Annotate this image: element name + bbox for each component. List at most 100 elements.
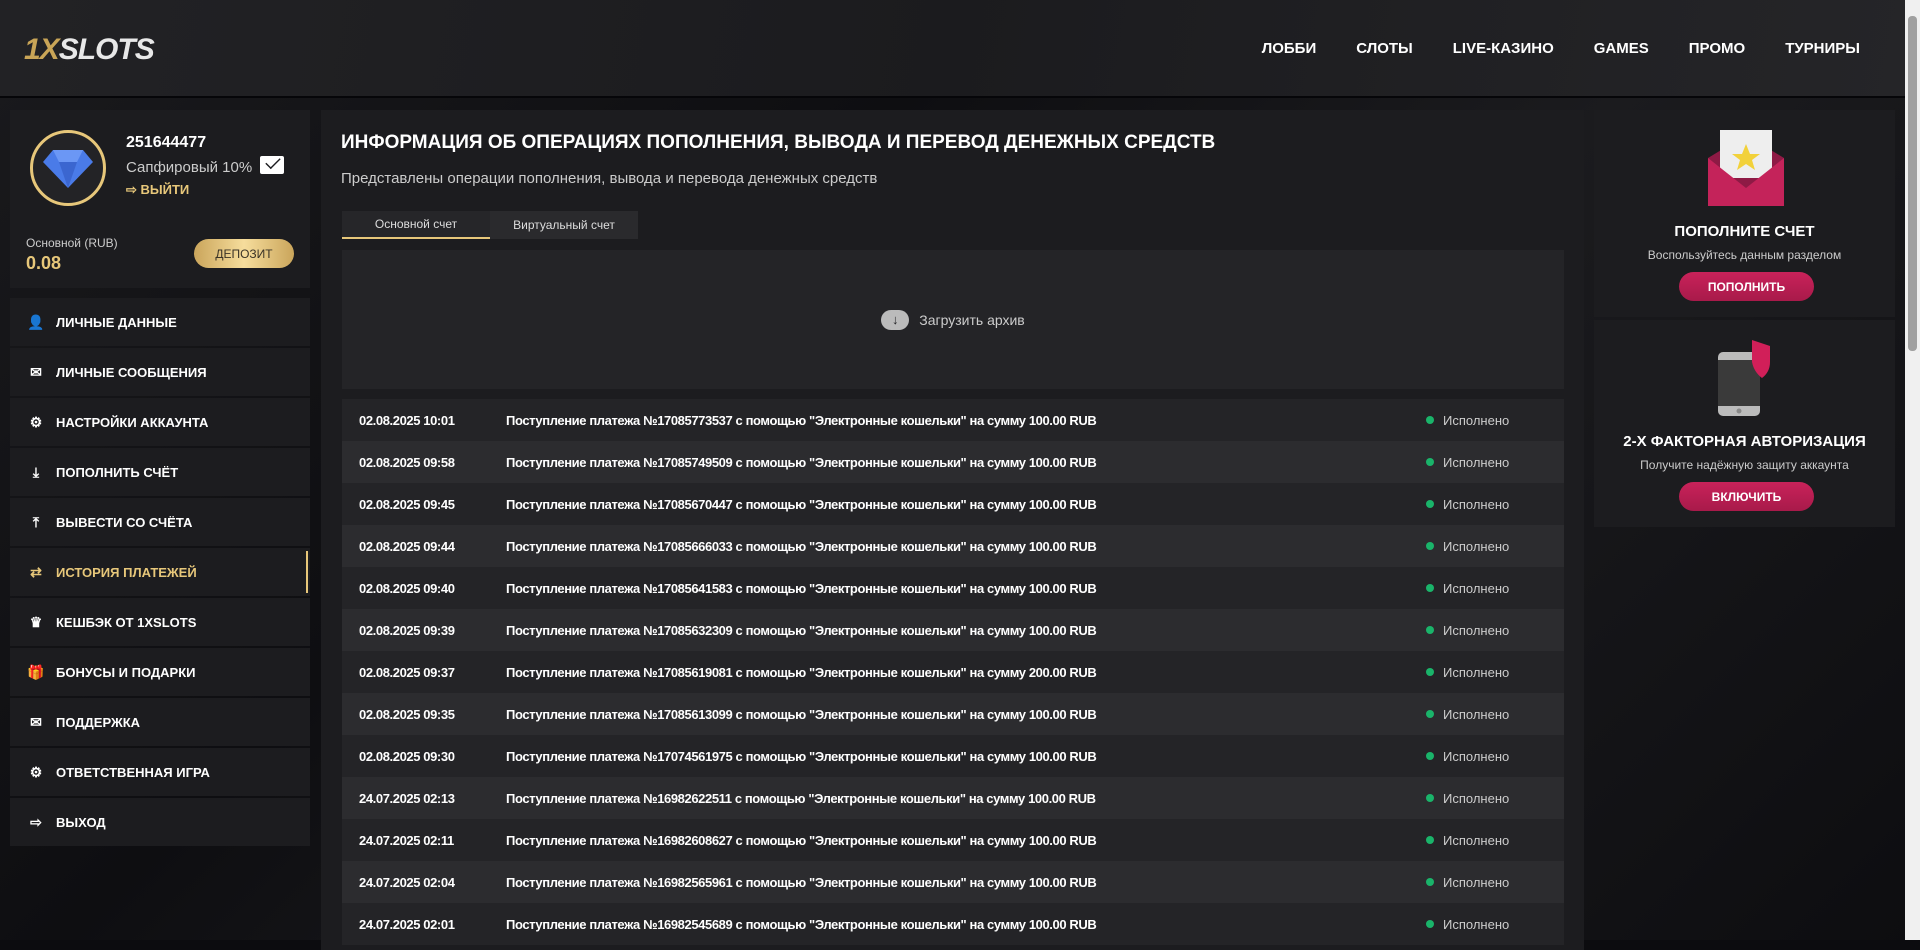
account-tabs: Основной счет Виртуальный счет (342, 211, 638, 239)
scrollbar-thumb[interactable] (1908, 16, 1917, 351)
sidebar-item[interactable]: ⇨ ВЫХОД (10, 798, 310, 846)
row-date: 02.08.2025 10:01 (359, 412, 455, 428)
sidebar-item[interactable]: ⤒ ВЫВЕСТИ СО СЧЁТА (10, 498, 310, 546)
status-dot-icon (1426, 626, 1434, 634)
status-badge: Исполнено (1426, 917, 1509, 932)
row-description: Поступление платежа №17085632309 с помощ… (506, 622, 1097, 638)
enable-2fa-button[interactable]: ВКЛЮЧИТЬ (1679, 482, 1814, 511)
row-date: 24.07.2025 02:01 (359, 916, 455, 932)
status-badge: Исполнено (1426, 539, 1509, 554)
nav-tournaments[interactable]: ТУРНИРЫ (1785, 40, 1860, 57)
table-row: 24.07.2025 02:11 Поступление платежа №169… (342, 819, 1564, 861)
sidebar-item-label: ЛИЧНЫЕ ДАННЫЕ (56, 314, 177, 330)
nav-lobby[interactable]: ЛОББИ (1262, 40, 1317, 57)
row-description: Поступление платежа №17085613099 с помощ… (506, 706, 1097, 722)
promo-card-deposit: ПОПОЛНИТЕ СЧЕТ Воспользуйтесь данным раз… (1594, 110, 1895, 317)
status-badge: Исполнено (1426, 833, 1509, 848)
sidebar-item[interactable]: ⚙ ОТВЕТСТВЕННАЯ ИГРА (10, 748, 310, 796)
status-badge: Исполнено (1426, 749, 1509, 764)
table-row: 24.07.2025 02:01 Поступление платежа №169… (342, 903, 1564, 945)
promo-title: ПОПОЛНИТЕ СЧЕТ (1674, 223, 1815, 240)
promo-text: Воспользуйтесь данным разделом (1647, 248, 1842, 262)
status-text: Исполнено (1443, 412, 1510, 428)
row-date: 02.08.2025 09:39 (359, 622, 455, 638)
sidebar-item-label: ВЫХОД (56, 814, 106, 830)
row-description: Поступление платежа №17085641583 с помощ… (506, 580, 1097, 596)
promo-panel: ПОПОЛНИТЕ СЧЕТ Воспользуйтесь данным раз… (1594, 110, 1895, 530)
sidebar-item[interactable]: ⚙ НАСТРОЙКИ АККАУНТА (10, 398, 310, 446)
sidebar: 251644477 Сапфировый 10% ⇨ ВЫЙТИ Основно… (10, 110, 310, 848)
status-badge: Исполнено (1426, 455, 1509, 470)
top-nav: ЛОББИ СЛОТЫ LIVE-КАЗИНО GAMES ПРОМО ТУРН… (1262, 40, 1860, 57)
table-row: 24.07.2025 02:13 Поступление платежа №169… (342, 777, 1564, 819)
logo-part: 1X (24, 33, 60, 66)
row-description: Поступление платежа №16982608627 с помощ… (506, 832, 1097, 848)
download-archive-button[interactable]: ↓ Загрузить архив (342, 250, 1564, 389)
table-row: 02.08.2025 09:58 Поступление платежа №170… (342, 441, 1564, 483)
sidebar-item-label: ИСТОРИЯ ПЛАТЕЖЕЙ (56, 564, 197, 580)
diamond-icon (43, 150, 93, 188)
row-date: 24.07.2025 02:11 (359, 832, 454, 848)
status-dot-icon (1426, 542, 1434, 550)
row-description: Поступление платежа №17085619081 с помощ… (506, 664, 1097, 680)
gears-icon: ⚙ (29, 763, 43, 780)
logout-link[interactable]: ⇨ ВЫЙТИ (126, 182, 189, 198)
row-description: Поступление платежа №17085749509 с помощ… (506, 454, 1097, 470)
gears-icon: ⚙ (29, 413, 43, 430)
sidebar-item-label: ВЫВЕСТИ СО СЧЁТА (56, 514, 193, 530)
logo[interactable]: 1XSLOTS (24, 33, 155, 67)
envelope-icon[interactable] (260, 156, 284, 174)
status-dot-icon (1426, 836, 1434, 844)
status-dot-icon (1426, 752, 1434, 760)
sidebar-item[interactable]: ✉ ПОДДЕРЖКА (10, 698, 310, 746)
cloud-download-icon: ↓ (881, 309, 910, 330)
user-plus-icon: 👤 (27, 313, 45, 330)
deposit-button[interactable]: ДЕПОЗИТ (194, 239, 294, 268)
status-dot-icon (1426, 500, 1434, 508)
crown-icon: ♛ (29, 613, 43, 630)
row-date: 24.07.2025 02:04 (359, 874, 455, 890)
nav-promo[interactable]: ПРОМО (1689, 40, 1745, 57)
nav-live-casino[interactable]: LIVE-КАЗИНО (1453, 40, 1554, 57)
table-row: 02.08.2025 09:40 Поступление платежа №170… (342, 567, 1564, 609)
row-description: Поступление платежа №16982565961 с помощ… (506, 874, 1097, 890)
logo-part: SLOTS (58, 33, 155, 66)
sidebar-item[interactable]: ✉ ЛИЧНЫЕ СООБЩЕНИЯ (10, 348, 310, 396)
status-text: Исполнено (1443, 748, 1510, 764)
tab-virtual-account[interactable]: Виртуальный счет (490, 211, 638, 239)
row-date: 02.08.2025 09:45 (359, 496, 455, 512)
status-text: Исполнено (1443, 706, 1510, 722)
loyalty-level: Сапфировый 10% (126, 159, 253, 176)
status-text: Исполнено (1443, 538, 1510, 554)
table-row: 02.08.2025 09:35 Поступление платежа №170… (342, 693, 1564, 735)
envelope-icon: ✉ (30, 363, 42, 380)
sidebar-item[interactable]: 👤 ЛИЧНЫЕ ДАННЫЕ (10, 298, 310, 346)
balance-value: 0.08 (26, 253, 62, 273)
avatar (30, 130, 106, 206)
header: 1XSLOTS ЛОББИ СЛОТЫ LIVE-КАЗИНО GAMES ПР… (0, 0, 1905, 98)
status-dot-icon (1426, 668, 1434, 676)
status-badge: Исполнено (1426, 707, 1509, 722)
sidebar-item[interactable]: ⇄ ИСТОРИЯ ПЛАТЕЖЕЙ (10, 548, 310, 596)
nav-slots[interactable]: СЛОТЫ (1356, 40, 1413, 57)
row-description: Поступление платежа №17085670447 с помощ… (506, 496, 1097, 512)
status-dot-icon (1426, 710, 1434, 718)
sidebar-item[interactable]: ♛ КЕШБЭК ОТ 1XSLOTS (10, 598, 310, 646)
sidebar-item-label: КЕШБЭК ОТ 1XSLOTS (56, 614, 197, 630)
nav-games[interactable]: GAMES (1594, 40, 1649, 57)
logout-label: ВЫЙТИ (140, 182, 190, 197)
status-dot-icon (1426, 878, 1434, 886)
status-badge: Исполнено (1426, 623, 1509, 638)
status-text: Исполнено (1443, 832, 1510, 848)
scrollbar[interactable] (1905, 0, 1920, 940)
sidebar-item[interactable]: ⤓ ПОПОЛНИТЬ СЧЁТ (10, 448, 310, 496)
status-badge: Исполнено (1426, 497, 1509, 512)
tab-main-account[interactable]: Основной счет (342, 211, 490, 239)
row-date: 02.08.2025 09:35 (359, 706, 455, 722)
status-text: Исполнено (1443, 790, 1510, 806)
top-up-button[interactable]: ПОПОЛНИТЬ (1679, 272, 1814, 301)
exchange-icon: ⇄ (30, 563, 42, 580)
table-row: 02.08.2025 09:37 Поступление платежа №170… (342, 651, 1564, 693)
row-date: 02.08.2025 09:44 (359, 538, 455, 554)
sidebar-item[interactable]: 🎁 БОНУСЫ И ПОДАРКИ (10, 648, 310, 696)
